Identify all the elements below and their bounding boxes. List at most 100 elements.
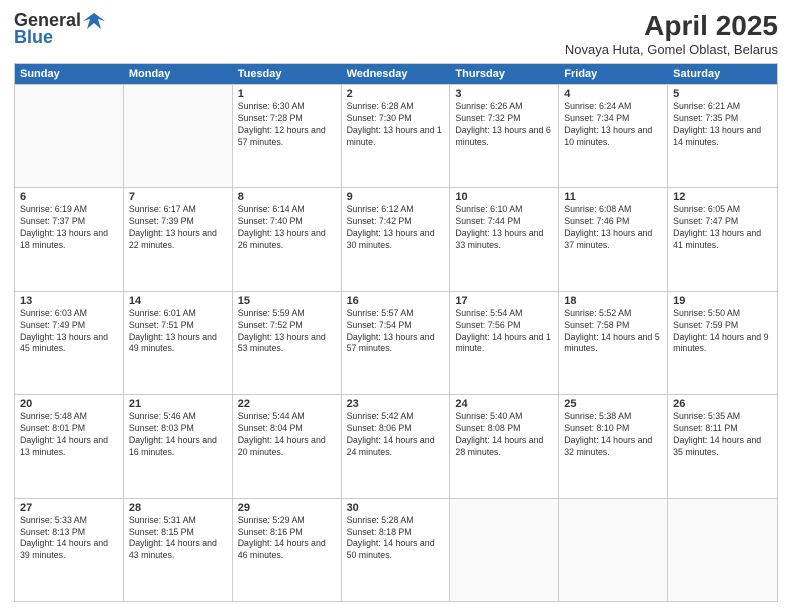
day-cell-20: 20Sunrise: 5:48 AM Sunset: 8:01 PM Dayli… xyxy=(15,395,124,497)
day-number: 30 xyxy=(347,502,445,514)
day-cell-18: 18Sunrise: 5:52 AM Sunset: 7:58 PM Dayli… xyxy=(559,292,668,394)
day-number: 11 xyxy=(564,191,662,203)
day-detail: Sunrise: 5:48 AM Sunset: 8:01 PM Dayligh… xyxy=(20,411,118,459)
day-number: 9 xyxy=(347,191,445,203)
day-detail: Sunrise: 5:52 AM Sunset: 7:58 PM Dayligh… xyxy=(564,308,662,356)
day-detail: Sunrise: 6:19 AM Sunset: 7:37 PM Dayligh… xyxy=(20,204,118,252)
day-cell-25: 25Sunrise: 5:38 AM Sunset: 8:10 PM Dayli… xyxy=(559,395,668,497)
day-cell-26: 26Sunrise: 5:35 AM Sunset: 8:11 PM Dayli… xyxy=(668,395,777,497)
day-number: 27 xyxy=(20,502,118,514)
day-detail: Sunrise: 5:38 AM Sunset: 8:10 PM Dayligh… xyxy=(564,411,662,459)
day-cell-3: 3Sunrise: 6:26 AM Sunset: 7:32 PM Daylig… xyxy=(450,85,559,187)
day-header-sunday: Sunday xyxy=(15,64,124,84)
day-detail: Sunrise: 5:33 AM Sunset: 8:13 PM Dayligh… xyxy=(20,515,118,563)
day-detail: Sunrise: 6:24 AM Sunset: 7:34 PM Dayligh… xyxy=(564,101,662,149)
day-detail: Sunrise: 6:26 AM Sunset: 7:32 PM Dayligh… xyxy=(455,101,553,149)
day-cell-24: 24Sunrise: 5:40 AM Sunset: 8:08 PM Dayli… xyxy=(450,395,559,497)
day-detail: Sunrise: 5:50 AM Sunset: 7:59 PM Dayligh… xyxy=(673,308,772,356)
week-row-3: 13Sunrise: 6:03 AM Sunset: 7:49 PM Dayli… xyxy=(15,291,777,394)
day-number: 19 xyxy=(673,295,772,307)
day-cell-13: 13Sunrise: 6:03 AM Sunset: 7:49 PM Dayli… xyxy=(15,292,124,394)
day-detail: Sunrise: 6:14 AM Sunset: 7:40 PM Dayligh… xyxy=(238,204,336,252)
day-detail: Sunrise: 6:05 AM Sunset: 7:47 PM Dayligh… xyxy=(673,204,772,252)
day-cell-16: 16Sunrise: 5:57 AM Sunset: 7:54 PM Dayli… xyxy=(342,292,451,394)
day-number: 26 xyxy=(673,398,772,410)
day-number: 23 xyxy=(347,398,445,410)
day-number: 5 xyxy=(673,88,772,100)
day-header-monday: Monday xyxy=(124,64,233,84)
calendar-body: 1Sunrise: 6:30 AM Sunset: 7:28 PM Daylig… xyxy=(15,84,777,601)
day-cell-5: 5Sunrise: 6:21 AM Sunset: 7:35 PM Daylig… xyxy=(668,85,777,187)
week-row-2: 6Sunrise: 6:19 AM Sunset: 7:37 PM Daylig… xyxy=(15,187,777,290)
week-row-4: 20Sunrise: 5:48 AM Sunset: 8:01 PM Dayli… xyxy=(15,394,777,497)
day-number: 3 xyxy=(455,88,553,100)
day-cell-27: 27Sunrise: 5:33 AM Sunset: 8:13 PM Dayli… xyxy=(15,499,124,601)
day-detail: Sunrise: 6:08 AM Sunset: 7:46 PM Dayligh… xyxy=(564,204,662,252)
day-detail: Sunrise: 6:28 AM Sunset: 7:30 PM Dayligh… xyxy=(347,101,445,149)
day-cell-28: 28Sunrise: 5:31 AM Sunset: 8:15 PM Dayli… xyxy=(124,499,233,601)
title-area: April 2025 Novaya Huta, Gomel Oblast, Be… xyxy=(565,10,778,57)
day-cell-30: 30Sunrise: 5:28 AM Sunset: 8:18 PM Dayli… xyxy=(342,499,451,601)
day-detail: Sunrise: 6:30 AM Sunset: 7:28 PM Dayligh… xyxy=(238,101,336,149)
day-detail: Sunrise: 5:59 AM Sunset: 7:52 PM Dayligh… xyxy=(238,308,336,356)
day-header-saturday: Saturday xyxy=(668,64,777,84)
day-detail: Sunrise: 6:01 AM Sunset: 7:51 PM Dayligh… xyxy=(129,308,227,356)
logo: General Blue xyxy=(14,10,105,48)
day-number: 18 xyxy=(564,295,662,307)
logo-blue: Blue xyxy=(14,27,53,48)
day-detail: Sunrise: 5:44 AM Sunset: 8:04 PM Dayligh… xyxy=(238,411,336,459)
empty-cell xyxy=(124,85,233,187)
day-detail: Sunrise: 5:57 AM Sunset: 7:54 PM Dayligh… xyxy=(347,308,445,356)
day-number: 20 xyxy=(20,398,118,410)
day-detail: Sunrise: 5:29 AM Sunset: 8:16 PM Dayligh… xyxy=(238,515,336,563)
day-number: 7 xyxy=(129,191,227,203)
day-cell-19: 19Sunrise: 5:50 AM Sunset: 7:59 PM Dayli… xyxy=(668,292,777,394)
day-number: 15 xyxy=(238,295,336,307)
day-number: 12 xyxy=(673,191,772,203)
day-number: 17 xyxy=(455,295,553,307)
day-number: 8 xyxy=(238,191,336,203)
day-detail: Sunrise: 5:31 AM Sunset: 8:15 PM Dayligh… xyxy=(129,515,227,563)
logo-bird-icon xyxy=(83,11,105,31)
day-cell-21: 21Sunrise: 5:46 AM Sunset: 8:03 PM Dayli… xyxy=(124,395,233,497)
day-number: 13 xyxy=(20,295,118,307)
day-detail: Sunrise: 5:54 AM Sunset: 7:56 PM Dayligh… xyxy=(455,308,553,356)
calendar-page: General Blue April 2025 Novaya Huta, Gom… xyxy=(0,0,792,612)
day-cell-14: 14Sunrise: 6:01 AM Sunset: 7:51 PM Dayli… xyxy=(124,292,233,394)
day-number: 24 xyxy=(455,398,553,410)
day-cell-8: 8Sunrise: 6:14 AM Sunset: 7:40 PM Daylig… xyxy=(233,188,342,290)
day-number: 22 xyxy=(238,398,336,410)
day-number: 21 xyxy=(129,398,227,410)
day-cell-2: 2Sunrise: 6:28 AM Sunset: 7:30 PM Daylig… xyxy=(342,85,451,187)
day-detail: Sunrise: 6:17 AM Sunset: 7:39 PM Dayligh… xyxy=(129,204,227,252)
main-title: April 2025 xyxy=(565,10,778,42)
day-number: 29 xyxy=(238,502,336,514)
day-number: 6 xyxy=(20,191,118,203)
day-detail: Sunrise: 6:21 AM Sunset: 7:35 PM Dayligh… xyxy=(673,101,772,149)
header: General Blue April 2025 Novaya Huta, Gom… xyxy=(14,10,778,57)
day-cell-23: 23Sunrise: 5:42 AM Sunset: 8:06 PM Dayli… xyxy=(342,395,451,497)
day-number: 4 xyxy=(564,88,662,100)
empty-cell xyxy=(15,85,124,187)
empty-cell xyxy=(450,499,559,601)
day-cell-1: 1Sunrise: 6:30 AM Sunset: 7:28 PM Daylig… xyxy=(233,85,342,187)
day-number: 10 xyxy=(455,191,553,203)
day-cell-6: 6Sunrise: 6:19 AM Sunset: 7:37 PM Daylig… xyxy=(15,188,124,290)
day-number: 25 xyxy=(564,398,662,410)
calendar: SundayMondayTuesdayWednesdayThursdayFrid… xyxy=(14,63,778,602)
subtitle: Novaya Huta, Gomel Oblast, Belarus xyxy=(565,42,778,57)
day-detail: Sunrise: 6:10 AM Sunset: 7:44 PM Dayligh… xyxy=(455,204,553,252)
day-cell-29: 29Sunrise: 5:29 AM Sunset: 8:16 PM Dayli… xyxy=(233,499,342,601)
day-cell-15: 15Sunrise: 5:59 AM Sunset: 7:52 PM Dayli… xyxy=(233,292,342,394)
day-number: 14 xyxy=(129,295,227,307)
calendar-header: SundayMondayTuesdayWednesdayThursdayFrid… xyxy=(15,64,777,84)
week-row-1: 1Sunrise: 6:30 AM Sunset: 7:28 PM Daylig… xyxy=(15,84,777,187)
day-cell-7: 7Sunrise: 6:17 AM Sunset: 7:39 PM Daylig… xyxy=(124,188,233,290)
day-detail: Sunrise: 5:42 AM Sunset: 8:06 PM Dayligh… xyxy=(347,411,445,459)
day-detail: Sunrise: 5:28 AM Sunset: 8:18 PM Dayligh… xyxy=(347,515,445,563)
day-cell-22: 22Sunrise: 5:44 AM Sunset: 8:04 PM Dayli… xyxy=(233,395,342,497)
day-detail: Sunrise: 5:35 AM Sunset: 8:11 PM Dayligh… xyxy=(673,411,772,459)
day-header-thursday: Thursday xyxy=(450,64,559,84)
week-row-5: 27Sunrise: 5:33 AM Sunset: 8:13 PM Dayli… xyxy=(15,498,777,601)
empty-cell xyxy=(559,499,668,601)
